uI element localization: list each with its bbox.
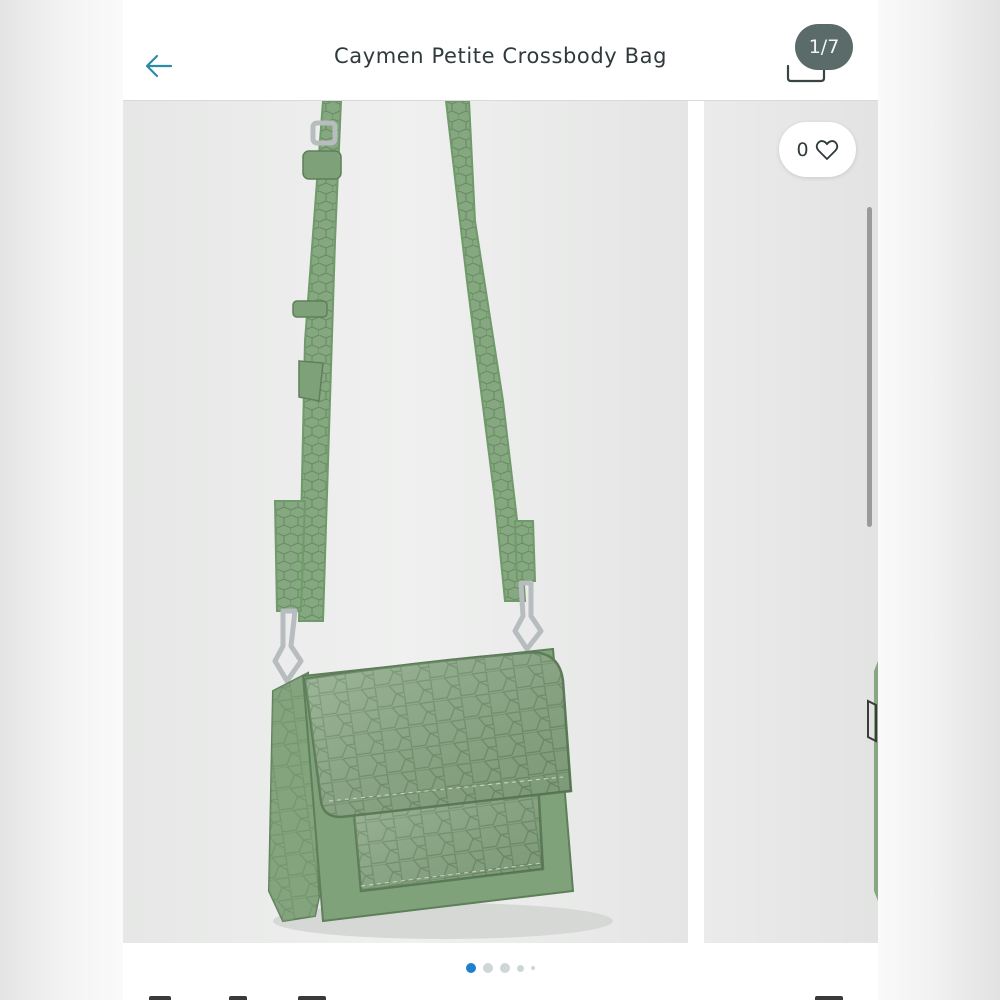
toolbar-icon-edge-4[interactable] — [815, 996, 843, 1000]
back-button[interactable] — [141, 48, 177, 84]
pagination-dot-5[interactable] — [531, 966, 535, 970]
product-screen: Caymen Petite Crossbody Bag 1/7 0 — [123, 0, 878, 1000]
next-photo-preview[interactable] — [704, 101, 878, 943]
top-bar: Caymen Petite Crossbody Bag 1/7 — [123, 0, 878, 101]
toolbar-icon-edge-3[interactable] — [298, 996, 326, 1000]
pagination-dot-2[interactable] — [483, 963, 493, 973]
pagination-dot-1[interactable] — [466, 963, 476, 973]
image-counter-badge: 1/7 — [795, 24, 853, 70]
toolbar-icon-edge-2[interactable] — [229, 996, 247, 1000]
page-title: Caymen Petite Crossbody Bag — [333, 44, 668, 68]
pagination-dots — [123, 963, 878, 973]
bottom-toolbar-edge — [123, 990, 878, 1000]
arrow-left-icon — [145, 54, 173, 78]
pagination-dot-4[interactable] — [517, 964, 524, 972]
like-count: 0 — [796, 138, 809, 161]
heart-outline-icon — [815, 139, 838, 160]
vertical-scrollbar[interactable] — [867, 207, 872, 527]
product-photo[interactable] — [123, 101, 688, 943]
like-button[interactable]: 0 — [779, 122, 856, 177]
image-gallery[interactable]: 0 — [123, 101, 878, 943]
pagination-dot-3[interactable] — [500, 963, 510, 973]
next-photo-image — [867, 661, 878, 901]
crossbody-bag-photo — [267, 101, 613, 939]
toolbar-icon-edge-1[interactable] — [149, 996, 171, 1000]
